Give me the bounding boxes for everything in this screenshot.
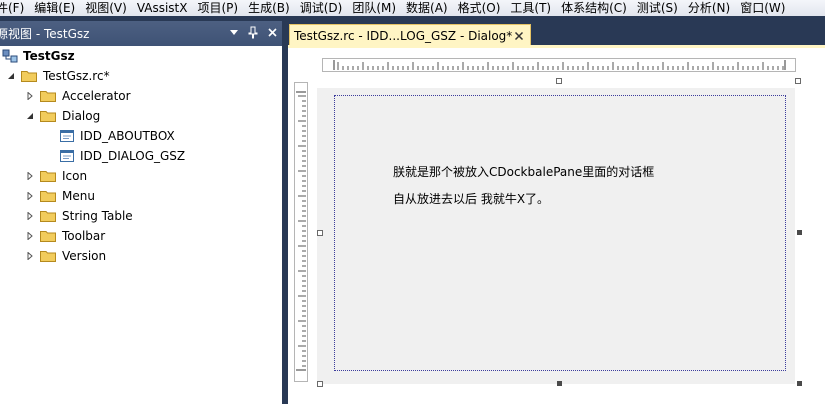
project-icon	[2, 48, 18, 64]
collapsed-arrow-icon[interactable]	[25, 91, 35, 101]
dialog-canvas[interactable]: 朕就是那个被放入CDockbalePane里面的对话框 自从放进去以后 我就牛X…	[317, 88, 795, 384]
static-text-line2[interactable]: 自从放进去以后 我就牛X了。	[393, 190, 549, 207]
tree-folder-icon[interactable]: Icon	[25, 166, 87, 186]
menu-test[interactable]: 测试(S)	[633, 0, 684, 16]
menu-architecture[interactable]: 体系结构(C)	[557, 0, 633, 16]
dialog-item-label: IDD_ABOUTBOX	[80, 129, 175, 143]
dialog-item-label: IDD_DIALOG_GSZ	[80, 149, 186, 163]
menu-format[interactable]: 格式(O)	[454, 0, 507, 16]
tree-folder-string-table[interactable]: String Table	[25, 206, 133, 226]
menu-build[interactable]: 生成(B)	[244, 0, 296, 16]
document-tabstrip: TestGsz.rc - IDD...LOG_GSZ - Dialog*	[288, 16, 825, 46]
folder-label: Menu	[62, 189, 95, 203]
menu-edit[interactable]: 编辑(E)	[30, 0, 81, 16]
close-icon[interactable]	[266, 25, 278, 39]
folder-label: Dialog	[62, 109, 101, 123]
folder-label: String Table	[62, 209, 133, 223]
collapsed-arrow-icon[interactable]	[25, 251, 35, 261]
tree-root[interactable]: TestGsz	[2, 46, 75, 66]
menu-tools[interactable]: 工具(T)	[506, 0, 557, 16]
tree-folder-version[interactable]: Version	[25, 246, 106, 266]
pin-icon[interactable]	[247, 25, 259, 39]
menu-team[interactable]: 团队(M)	[348, 0, 402, 16]
rc-file-label: TestGsz.rc*	[43, 69, 110, 83]
resize-handle-right[interactable]	[797, 230, 802, 235]
folder-icon	[40, 250, 56, 262]
folder-label: Accelerator	[62, 89, 131, 103]
resize-handle-top-right[interactable]	[795, 78, 801, 84]
menu-bar: 件(F) 编辑(E) 视图(V) VAssistX 项目(P) 生成(B) 调试…	[0, 0, 825, 16]
close-icon[interactable]	[514, 30, 524, 41]
resource-view-titlebar: 源视图 - TestGsz	[0, 21, 282, 46]
resize-handle-top[interactable]	[556, 78, 562, 84]
tree-folder-toolbar[interactable]: Toolbar	[25, 226, 105, 246]
menu-view[interactable]: 视图(V)	[81, 0, 133, 16]
folder-label: Version	[62, 249, 107, 263]
dialog-resource-icon	[60, 150, 74, 162]
resource-tree: TestGsz TestGsz.rc* Accelerator Dialog I…	[0, 46, 282, 404]
dialog-resource-icon	[60, 130, 74, 142]
tree-rc-file[interactable]: TestGsz.rc*	[6, 66, 110, 86]
collapsed-arrow-icon[interactable]	[25, 171, 35, 181]
resize-handle-bottom-left[interactable]	[317, 381, 323, 387]
folder-icon	[40, 230, 56, 242]
tree-folder-dialog[interactable]: Dialog	[25, 106, 100, 126]
expanded-arrow-icon[interactable]	[6, 71, 16, 81]
folder-icon	[21, 70, 37, 82]
menu-data[interactable]: 数据(A)	[402, 0, 454, 16]
menu-analyze[interactable]: 分析(N)	[684, 0, 736, 16]
collapsed-arrow-icon[interactable]	[25, 191, 35, 201]
resize-handle-left[interactable]	[317, 230, 323, 236]
menu-project[interactable]: 项目(P)	[193, 0, 244, 16]
resource-view-panel: 源视图 - TestGsz TestGsz TestGsz.rc* Accele…	[0, 21, 282, 404]
tree-item-aboutbox[interactable]: IDD_ABOUTBOX	[60, 126, 175, 146]
folder-icon	[40, 170, 56, 182]
folder-icon	[40, 110, 56, 122]
tree-folder-accelerator[interactable]: Accelerator	[25, 86, 131, 106]
static-text-line1[interactable]: 朕就是那个被放入CDockbalePane里面的对话框	[393, 163, 654, 180]
dropdown-arrow-icon[interactable]	[228, 25, 240, 39]
tree-item-dialog-gsz[interactable]: IDD_DIALOG_GSZ	[60, 146, 185, 166]
horizontal-ruler[interactable]	[322, 58, 796, 72]
resize-handle-bottom-right[interactable]	[797, 381, 802, 386]
menu-debug[interactable]: 调试(D)	[296, 0, 349, 16]
document-tab-active[interactable]: TestGsz.rc - IDD...LOG_GSZ - Dialog*	[289, 24, 531, 46]
folder-icon	[40, 90, 56, 102]
vertical-ruler[interactable]	[294, 82, 308, 382]
dialog-editor: 朕就是那个被放入CDockbalePane里面的对话框 自从放进去以后 我就牛X…	[288, 48, 825, 404]
tree-folder-menu[interactable]: Menu	[25, 186, 95, 206]
folder-icon	[40, 190, 56, 202]
collapsed-arrow-icon[interactable]	[25, 231, 35, 241]
menu-vassistx[interactable]: VAssistX	[133, 0, 194, 16]
expanded-arrow-icon[interactable]	[25, 111, 35, 121]
project-name: TestGsz	[23, 49, 75, 63]
folder-label: Icon	[62, 169, 88, 183]
menu-file[interactable]: 件(F)	[0, 0, 30, 16]
resource-view-title: 源视图 - TestGsz	[0, 27, 90, 41]
dialog-face[interactable]	[334, 95, 786, 371]
folder-icon	[40, 210, 56, 222]
document-tab-label: TestGsz.rc - IDD...LOG_GSZ - Dialog*	[294, 28, 513, 43]
folder-label: Toolbar	[62, 229, 106, 243]
menu-window[interactable]: 窗口(W)	[736, 0, 791, 16]
resize-handle-bottom[interactable]	[557, 381, 562, 386]
collapsed-arrow-icon[interactable]	[25, 211, 35, 221]
